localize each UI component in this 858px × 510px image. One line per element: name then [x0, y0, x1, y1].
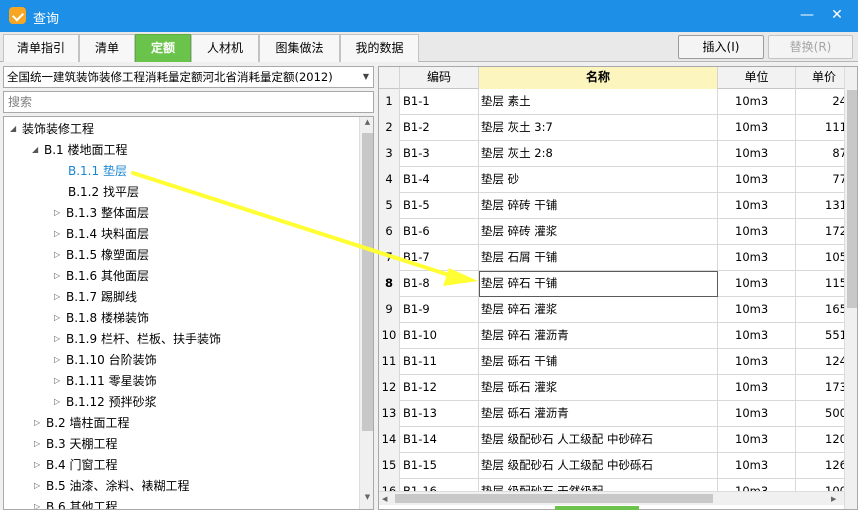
tree-item[interactable]: ▷ B.6 其他工程	[34, 497, 118, 509]
app-logo-icon	[9, 7, 26, 24]
table-header: 编码 名称 单位 单价	[379, 67, 857, 89]
table-row[interactable]: 15 B1-15 垫层 级配砂石 人工级配 中砂砾石 10m3 126	[379, 453, 849, 479]
tree-item[interactable]: ▷ B.1.6 其他面层	[54, 266, 149, 286]
search-input[interactable]	[3, 91, 374, 113]
tab-atlas-method[interactable]: 图集做法	[259, 34, 340, 62]
table-row[interactable]: 10 B1-10 垫层 碎石 灌沥青 10m3 551	[379, 323, 849, 349]
tree-expand-icon[interactable]: ▷	[54, 392, 66, 412]
table-row[interactable]: 4 B1-4 垫层 砂 10m3 77	[379, 167, 849, 193]
table-row[interactable]: 9 B1-9 垫层 碎石 灌浆 10m3 165	[379, 297, 849, 323]
quota-table: 编码 名称 单位 单价 1 B1-1 垫层 素土 10m3 24 2 B1-2 垫层 灰土 …	[378, 66, 858, 510]
table-row[interactable]: 11 B1-11 垫层 砾石 干铺 10m3 124	[379, 349, 849, 375]
table-row[interactable]: 12 B1-12 垫层 砾石 灌浆 10m3 173	[379, 375, 849, 401]
row-number-header	[379, 67, 400, 89]
title-bar: 查询 — ✕	[0, 0, 858, 32]
selected-cell[interactable]: 垫层 碎石 干铺	[479, 271, 718, 297]
tree-expand-icon[interactable]: ▷	[54, 287, 66, 307]
column-header-code[interactable]: 编码	[400, 67, 479, 89]
tree-expand-icon[interactable]: ▷	[54, 371, 66, 391]
table-vertical-scrollbar[interactable]	[844, 67, 857, 509]
bottom-green-strip	[555, 506, 639, 510]
tree-expand-icon[interactable]: ▷	[54, 266, 66, 286]
tree-expand-icon[interactable]: ▷	[54, 224, 66, 244]
tree-item-selected[interactable]: B.1.1 垫层	[56, 161, 127, 181]
tree-expand-icon[interactable]: ▷	[34, 497, 46, 509]
replace-button[interactable]: 替换(R)	[768, 35, 853, 59]
table-row[interactable]: 14 B1-14 垫层 级配砂石 人工级配 中砂碎石 10m3 120	[379, 427, 849, 453]
table-row[interactable]: 5 B1-5 垫层 碎砖 干铺 10m3 131	[379, 193, 849, 219]
chevron-down-icon: ▼	[362, 72, 369, 81]
close-icon[interactable]: ✕	[826, 4, 848, 26]
table-row[interactable]: 2 B1-2 垫层 灰土 3:7 10m3 111	[379, 115, 849, 141]
table-row[interactable]: 3 B1-3 垫层 灰土 2:8 10m3 87	[379, 141, 849, 167]
column-header-name[interactable]: 名称	[479, 67, 718, 89]
tree-expand-icon[interactable]: ▷	[34, 413, 46, 433]
minimize-icon[interactable]: —	[796, 4, 818, 26]
tree-expand-icon[interactable]: ▷	[34, 434, 46, 454]
tree-item[interactable]: ▷ B.3 天棚工程	[34, 434, 118, 454]
tree-item[interactable]: ▷ B.1.4 块料面层	[54, 224, 149, 244]
table-vscroll-thumb[interactable]	[847, 90, 857, 308]
tree-item[interactable]: B.1.2 找平层	[56, 182, 139, 202]
scroll-right-icon[interactable]: ▶	[831, 492, 836, 506]
tree-expand-icon[interactable]: ▷	[54, 308, 66, 328]
table-row-selected[interactable]: 8 B1-8 垫层 碎石 干铺 10m3 115	[379, 271, 849, 297]
tree-item[interactable]: ▷ B.1.12 预拌砂浆	[54, 392, 157, 412]
tab-labor-material-machine[interactable]: 人材机	[191, 34, 259, 62]
table-horizontal-scrollbar[interactable]: ◀ ▶	[379, 491, 844, 505]
table-row[interactable]: 6 B1-6 垫层 碎砖 灌浆 10m3 172	[379, 219, 849, 245]
tree-expand-icon[interactable]: ▷	[34, 476, 46, 496]
tree-item[interactable]: ▷ B.4 门窗工程	[34, 455, 118, 475]
tree-item[interactable]: ▷ B.1.7 踢脚线	[54, 287, 137, 307]
scroll-down-icon[interactable]: ▼	[360, 493, 373, 501]
table-hscroll-thumb[interactable]	[395, 494, 713, 503]
tree-scrollbar[interactable]: ▲ ▼	[359, 117, 373, 509]
tab-bill-guide[interactable]: 清单指引	[3, 34, 79, 62]
table-row[interactable]: 7 B1-7 垫层 石屑 干铺 10m3 105	[379, 245, 849, 271]
tree-collapse-icon[interactable]: ◢	[10, 119, 22, 139]
tree-item[interactable]: ▷ B.2 墙柱面工程	[34, 413, 130, 433]
tree-item[interactable]: ◢ 装饰装修工程	[10, 119, 94, 139]
tree-expand-icon[interactable]: ▷	[54, 350, 66, 370]
window-title: 查询	[33, 12, 60, 27]
tree-item[interactable]: ▷ B.1.11 零星装饰	[54, 371, 157, 391]
tab-quota[interactable]: 定额	[135, 34, 191, 62]
table-row[interactable]: 1 B1-1 垫层 素土 10m3 24	[379, 89, 849, 115]
tree-item[interactable]: ▷ B.1.9 栏杆、栏板、扶手装饰	[54, 329, 221, 349]
scroll-left-icon[interactable]: ◀	[382, 492, 387, 506]
insert-button[interactable]: 插入(I)	[678, 35, 764, 59]
tree-item[interactable]: ▷ B.1.3 整体面层	[54, 203, 149, 223]
tree-expand-icon[interactable]: ▷	[34, 455, 46, 475]
tree-expand-icon[interactable]: ▷	[54, 329, 66, 349]
tree-collapse-icon[interactable]: ◢	[32, 140, 44, 160]
category-tree: ◢ 装饰装修工程 ◢ B.1 楼地面工程 B.1.1 垫层 B.1.2 找平层 ▷ B…	[3, 116, 374, 510]
quota-library-value: 全国统一建筑装饰装修工程消耗量定额河北省消耗量定额(2012)	[7, 70, 333, 84]
quota-library-select[interactable]: 全国统一建筑装饰装修工程消耗量定额河北省消耗量定额(2012) ▼	[3, 66, 374, 88]
table-row[interactable]: 13 B1-13 垫层 砾石 灌沥青 10m3 500	[379, 401, 849, 427]
scroll-up-icon[interactable]: ▲	[360, 118, 373, 126]
tree-expand-icon[interactable]: ▷	[54, 245, 66, 265]
tree-item[interactable]: ▷ B.5 油漆、涂料、裱糊工程	[34, 476, 190, 496]
tree-item[interactable]: ▷ B.1.10 台阶装饰	[54, 350, 157, 370]
column-header-unit[interactable]: 单位	[718, 67, 796, 89]
tree-item[interactable]: ▷ B.1.5 橡塑面层	[54, 245, 149, 265]
tree-scroll-thumb[interactable]	[362, 133, 373, 431]
tree-item[interactable]: ◢ B.1 楼地面工程	[32, 140, 128, 160]
tree-expand-icon[interactable]: ▷	[54, 203, 66, 223]
tab-my-data[interactable]: 我的数据	[340, 34, 419, 62]
tab-bill[interactable]: 清单	[79, 34, 135, 62]
tree-item[interactable]: ▷ B.1.8 楼梯装饰	[54, 308, 149, 328]
